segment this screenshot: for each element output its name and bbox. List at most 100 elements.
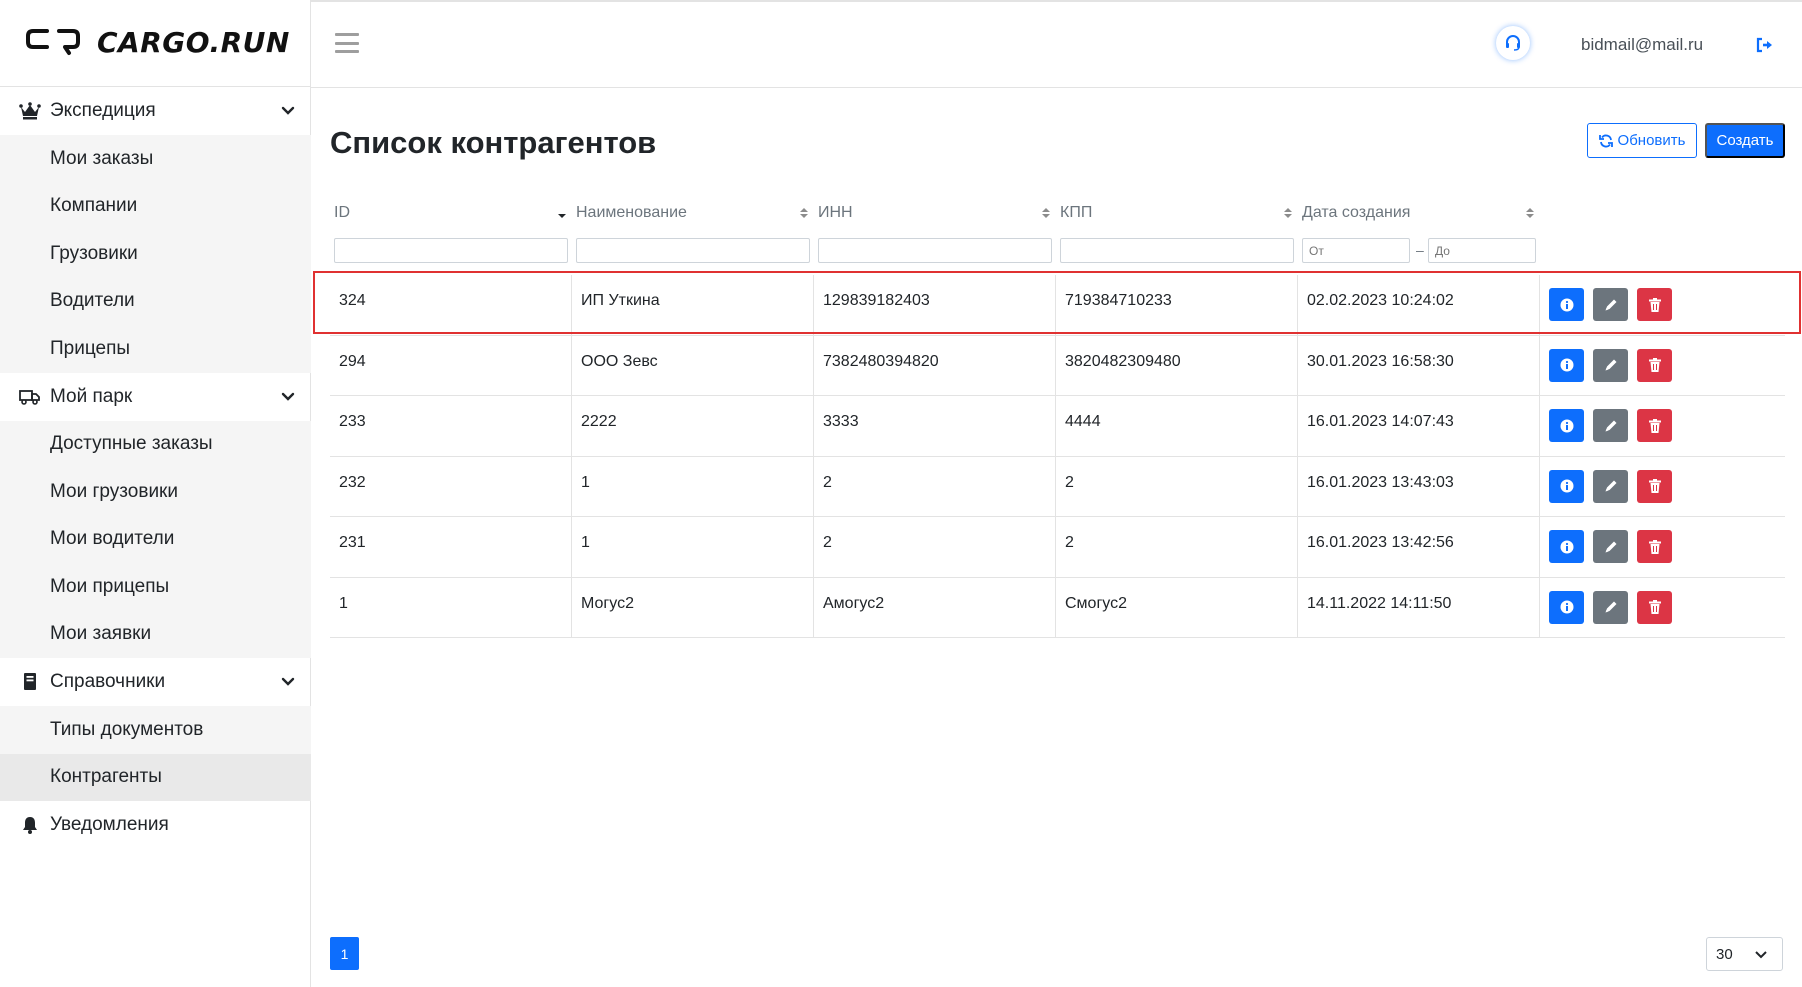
create-button-label: Создать [1716,132,1774,149]
table-cell: 7382480394820 [814,335,1056,396]
delete-button[interactable] [1637,288,1672,321]
table-cell: 2 [814,517,1056,577]
row-actions [1549,348,1672,382]
column-header-created-date[interactable]: Дата создания [1302,195,1540,231]
sidebar-item-label: Мои прицепы [50,575,170,597]
table-row[interactable]: 294 ООО Зевс 7382480394820 3820482309480 30.… [330,335,1785,396]
sidebar-item-trailers[interactable]: Прицепы [0,325,311,373]
sidebar-group-label: Экспедиция [50,100,156,121]
table-row[interactable]: 233 2222 3333 4444 16.01.2023 14:07:43 [330,396,1785,457]
sidebar-group-expedition[interactable]: Экспедиция [0,87,311,135]
info-button[interactable] [1549,590,1584,624]
table-row[interactable]: 1 Могус2 Амогус2 Смогус2 14.11.2022 14:11:50 [330,577,1785,638]
filter-inn-input[interactable] [818,238,1052,263]
sidebar-group-notifications[interactable]: Уведомления [0,801,311,849]
table-cell: 16.01.2023 13:43:03 [1298,456,1540,517]
delete-button[interactable] [1637,409,1672,442]
column-header-label: КПП [1060,204,1093,221]
sidebar-item-my-trucks[interactable]: Мои грузовики [0,468,311,516]
edit-button[interactable] [1593,530,1628,563]
sidebar-item-document-types[interactable]: Типы документов [0,706,311,754]
sidebar-group-label: Справочники [50,671,166,692]
delete-button[interactable] [1637,590,1672,624]
table-cell: 129839182403 [814,275,1056,335]
info-icon [1560,479,1573,493]
column-header-kpp[interactable]: КПП [1060,195,1298,231]
sidebar-item-available-orders[interactable]: Доступные заказы [0,421,311,469]
sort-icon [1526,208,1534,218]
info-button[interactable] [1549,469,1584,503]
column-header-id[interactable]: ID [334,195,572,231]
sidebar-group-directories[interactable]: Справочники [0,658,311,706]
page-size-value: 30 [1716,945,1733,963]
sidebar-group-my-park[interactable]: Мой парк [0,373,311,421]
sidebar-nav: Экспедиция Мои заказы Компании Грузовики… [0,87,311,849]
filter-name-input[interactable] [576,238,810,263]
table-row[interactable]: 232 1 2 2 16.01.2023 13:43:03 [330,456,1785,517]
edit-button[interactable] [1593,288,1628,321]
table-cell: 30.01.2023 16:58:30 [1298,335,1540,396]
sidebar-item-trucks[interactable]: Грузовики [0,230,311,278]
sidebar-item-label: Доступные заказы [50,433,213,455]
sidebar-item-companies[interactable]: Компании [0,183,311,231]
table-cell: 294 [330,335,572,396]
info-button[interactable] [1549,409,1584,442]
filter-kpp-input[interactable] [1060,238,1294,263]
table-cell: ИП Уткина [572,275,814,335]
book-icon [19,671,41,693]
info-icon [1560,540,1573,553]
edit-button[interactable] [1593,348,1628,382]
chevron-down-icon [279,673,297,691]
create-button[interactable]: Создать [1705,123,1785,158]
table-cell: 1 [330,577,572,638]
sidebar-item-label: Мои заказы [50,147,154,169]
sidebar: CARGO.RUN Экспедиция Мои заказы Компании… [0,0,311,987]
hamburger-menu-icon[interactable] [335,33,359,53]
row-actions [1549,590,1672,624]
support-headset-icon[interactable] [1496,26,1530,60]
info-icon [1560,358,1573,372]
filter-date-to-input[interactable] [1428,238,1536,263]
sidebar-submenu-my-park: Доступные заказы Мои грузовики Мои водит… [0,420,311,659]
sort-icon [800,208,808,218]
pagination-page-1[interactable]: 1 [330,937,359,970]
table-cell: Амогус2 [814,577,1056,638]
column-header-name[interactable]: Наименование [576,195,814,231]
table-cell: 232 [330,456,572,517]
edit-button[interactable] [1593,590,1628,624]
table-body: 324 ИП Уткина 129839182403 719384710233 02.0… [330,275,1785,638]
chevron-down-icon [279,102,297,120]
sidebar-group-label: Уведомления [50,814,169,835]
sidebar-item-my-requests[interactable]: Мои заявки [0,611,311,659]
info-button[interactable] [1549,288,1584,321]
sidebar-item-counterparties[interactable]: Контрагенты [0,753,311,801]
filter-id-input[interactable] [334,238,568,263]
table-cell: 2 [1056,517,1298,577]
sidebar-item-my-drivers[interactable]: Мои водители [0,516,311,564]
user-email[interactable]: bidmail@mail.ru [1581,35,1703,55]
column-header-inn[interactable]: ИНН [818,195,1056,231]
date-range-dash: – [1416,242,1424,258]
pencil-icon [1605,299,1616,310]
table-row[interactable]: 231 1 2 2 16.01.2023 13:42:56 [330,517,1785,578]
sidebar-item-my-trailers[interactable]: Мои прицепы [0,563,311,611]
refresh-button[interactable]: Обновить [1587,123,1697,158]
delete-button[interactable] [1637,469,1672,503]
sidebar-item-my-orders[interactable]: Мои заказы [0,135,311,183]
info-button[interactable] [1549,530,1584,563]
edit-button[interactable] [1593,409,1628,442]
logout-icon[interactable] [1755,35,1775,55]
trash-icon [1648,600,1661,614]
page-size-select[interactable]: 30 [1706,937,1783,971]
edit-button[interactable] [1593,469,1628,503]
chevron-down-icon [1755,951,1767,959]
sidebar-submenu-expedition: Мои заказы Компании Грузовики Водители П… [0,135,311,373]
table-row[interactable]: 324 ИП Уткина 129839182403 719384710233 02.0… [330,275,1785,336]
row-actions [1549,288,1672,321]
sidebar-item-drivers[interactable]: Водители [0,278,311,326]
info-button[interactable] [1549,348,1584,382]
delete-button[interactable] [1637,348,1672,382]
delete-button[interactable] [1637,530,1672,563]
filter-date-from-input[interactable] [1302,238,1410,263]
logo[interactable]: CARGO.RUN [25,24,290,60]
